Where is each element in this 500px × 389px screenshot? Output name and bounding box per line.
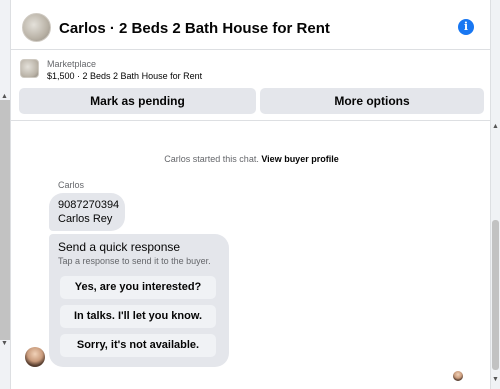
quick-response-in-talks[interactable]: In talks. I'll let you know. <box>60 305 216 328</box>
chat-window: Carlos · 2 Beds 2 Bath House for Rent i … <box>10 0 492 389</box>
marketplace-listing-banner: Marketplace $1,500 · 2 Beds 2 Bath House… <box>11 51 492 121</box>
left-scrollbar[interactable]: ▲ ▼ <box>0 0 10 389</box>
scroll-up-arrow-icon[interactable]: ▲ <box>492 123 499 131</box>
chat-started-text: Carlos started this chat. <box>164 154 259 164</box>
chat-started-notice: Carlos started this chat. View buyer pro… <box>11 154 492 164</box>
listing-summary[interactable]: $1,500 · 2 Beds 2 Bath House for Rent <box>47 71 202 81</box>
scrollbar-thumb[interactable] <box>492 220 499 370</box>
quick-response-subtitle: Tap a response to send it to the buyer. <box>58 256 211 266</box>
listing-thumbnail[interactable] <box>20 59 39 78</box>
quick-response-title: Send a quick response <box>58 240 181 254</box>
scrollbar-thumb[interactable] <box>0 100 10 340</box>
mark-as-pending-button[interactable]: Mark as pending <box>19 88 256 114</box>
quick-response-interested[interactable]: Yes, are you interested? <box>60 276 216 299</box>
more-options-button[interactable]: More options <box>260 88 484 114</box>
scroll-down-arrow-icon[interactable]: ▼ <box>492 376 499 384</box>
listing-avatar[interactable] <box>22 13 51 42</box>
view-buyer-profile-link[interactable]: View buyer profile <box>261 154 338 164</box>
listing-kicker: Marketplace <box>47 59 97 69</box>
scroll-down-arrow-icon[interactable]: ▼ <box>1 340 8 348</box>
right-scrollbar[interactable]: ▲ ▼ <box>491 0 500 389</box>
read-receipt-avatar <box>453 371 463 381</box>
chat-title[interactable]: Carlos · 2 Beds 2 Bath House for Rent <box>59 20 330 37</box>
sender-name: Carlos <box>58 180 85 190</box>
chat-header: Carlos · 2 Beds 2 Bath House for Rent i <box>11 4 492 50</box>
sender-avatar[interactable] <box>25 347 45 367</box>
message-line: 9087270394 <box>58 199 120 211</box>
quick-response-not-available[interactable]: Sorry, it's not available. <box>60 334 216 357</box>
quick-response-card: Send a quick response Tap a response to … <box>49 234 229 367</box>
info-icon[interactable]: i <box>458 19 474 35</box>
message-line: Carlos Rey <box>58 213 113 225</box>
message-bubble: 9087270394 Carlos Rey <box>49 193 125 231</box>
